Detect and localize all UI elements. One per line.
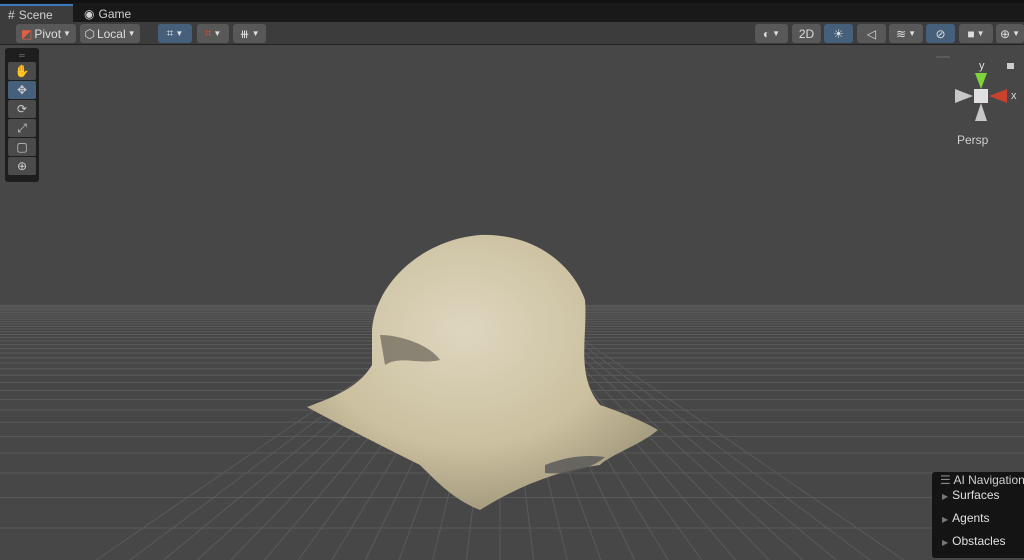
increment-snap-button[interactable]: ⧻ ▼ [233,24,266,43]
transform-icon: ⊕ [16,159,28,173]
lightbulb-icon: ☀ [833,26,844,41]
expand-icon: ▶ [942,515,949,524]
grid-snap-icon: ⌗ [166,26,174,40]
overlay-handle[interactable] [936,56,950,58]
rect-icon: ▢ [16,140,28,154]
local-dropdown[interactable]: ⬡ Local ▼ [80,24,140,43]
eye-hidden-icon: ⊘ [935,26,946,41]
draw-mode-dropdown[interactable]: ◐ ▼ [755,24,788,43]
move-tool[interactable]: ✥ [8,81,36,99]
snap-increment-button[interactable]: ⌗ ▼ [197,24,229,43]
hand-tool[interactable]: ✋ [8,62,36,80]
camera-icon: ■ [967,26,975,41]
nav-item-obstacles[interactable]: ▶ Obstacles [942,534,1006,548]
orientation-gizmo[interactable]: y x [945,55,1024,133]
gizmo-icon: ⊕ [1000,26,1011,41]
audio-mute-icon: ◁ [866,26,877,41]
transform-tool[interactable]: ⊕ [8,157,36,175]
snap-icon: ⌗ [204,26,212,40]
shading-icon: ◐ [762,26,771,41]
cube-icon: ⬡ [84,26,95,41]
pivot-icon: ◩ [21,26,33,41]
expand-icon: ▶ [942,492,949,501]
axis-x-label: x [1011,90,1017,102]
effects-icon: ≋ [896,26,907,41]
drag-handle[interactable]: ═ [8,51,36,61]
hand-icon: ✋ [14,64,30,78]
camera-dropdown[interactable]: ■ ▼ [959,24,993,43]
scene-toolbar: ◩ Pivot ▼ ⬡ Local ▼ ⌗ ▼ ⌗ ▼ ⧻ ▼ ◐ ▼ 2D ☀ ◁ ≋ ▼ ⊘ … [0,22,1024,45]
grid-icon: # [8,7,15,22]
drag-handle-icon[interactable]: ☰ [940,473,953,487]
rotate-icon: ⟳ [16,102,28,116]
axis-y-label: y [979,60,985,72]
ruler-icon: ⧻ [239,26,250,41]
lighting-toggle[interactable]: ☀ [824,24,853,43]
2d-toggle[interactable]: 2D [792,24,821,43]
tools-overlay: ═ ✋ ✥ ⟳ ⤢ ▢ ⊕ [5,48,39,182]
visibility-toggle[interactable]: ⊘ [926,24,955,43]
nav-item-agents[interactable]: ▶ Agents [942,511,990,525]
move-icon: ✥ [16,83,28,97]
scale-tool[interactable]: ⤢ [8,119,36,137]
tab-game[interactable]: ◉ Game [76,4,139,24]
grid-snap-button[interactable]: ⌗ ▼ [158,24,192,43]
projection-toggle[interactable]: Persp [957,133,988,147]
rect-tool[interactable]: ▢ [8,138,36,156]
ai-navigation-overlay: ☰ AI Navigation ▶ Surfaces ▶ Agents ▶ Obsta… [932,472,1024,558]
expand-icon: ▶ [942,538,949,547]
tab-scene[interactable]: # Scene [0,4,73,24]
gamepad-icon: ◉ [84,6,95,21]
lock-icon[interactable] [1007,63,1014,69]
tab-bar: # Scene ◉ Game [0,0,1024,24]
scale-icon: ⤢ [17,121,27,135]
rotate-tool[interactable]: ⟳ [8,100,36,118]
nav-item-surfaces[interactable]: ▶ Surfaces [942,488,1000,502]
scanned-mesh-object[interactable] [307,234,658,510]
audio-toggle[interactable]: ◁ [857,24,886,43]
pivot-dropdown[interactable]: ◩ Pivot ▼ [16,24,76,43]
ai-navigation-title: AI Navigation [953,473,1024,487]
scene-viewport[interactable] [0,45,1024,560]
effects-dropdown[interactable]: ≋ ▼ [889,24,923,43]
gizmos-dropdown[interactable]: ⊕ ▼ [996,24,1024,43]
